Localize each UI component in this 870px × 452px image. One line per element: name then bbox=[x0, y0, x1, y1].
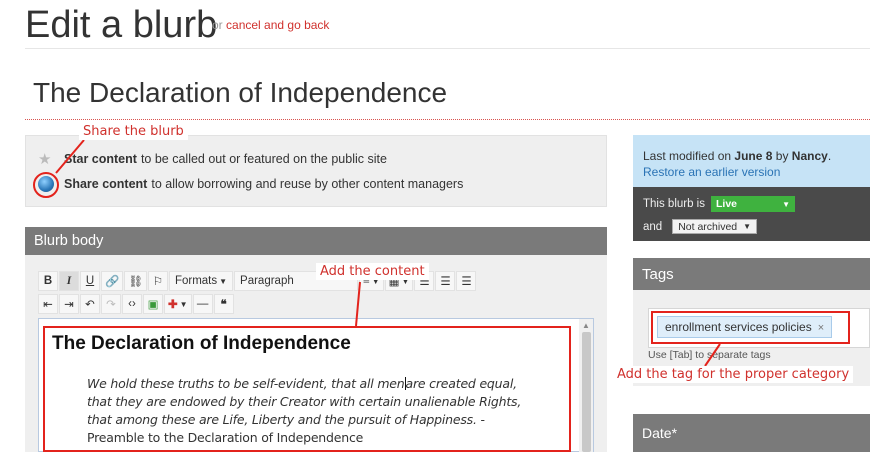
date-header: Date* bbox=[633, 414, 870, 452]
align-right-icon[interactable]: ☰ bbox=[456, 271, 477, 291]
bold-button[interactable]: B bbox=[38, 271, 58, 291]
archived-status-value: Not archived bbox=[678, 220, 738, 233]
editor-scroll-thumb[interactable] bbox=[582, 332, 591, 452]
scroll-up-icon[interactable]: ▲ bbox=[582, 321, 590, 330]
and-label: and bbox=[643, 220, 663, 233]
star-content-row[interactable]: ★ Star content to be called out or featu… bbox=[38, 150, 387, 168]
bookmark-icon[interactable]: ⚐ bbox=[147, 271, 168, 291]
share-content-text: to allow borrowing and reuse by other co… bbox=[151, 177, 464, 191]
indent-increase-icon[interactable]: ⇥ bbox=[59, 294, 79, 314]
cancel-link[interactable]: cancel and go back bbox=[226, 18, 329, 32]
live-status-select[interactable]: Live ▼ bbox=[711, 196, 795, 212]
modified-line: Last modified on June 8 by Nancy. bbox=[643, 148, 860, 164]
formats-dropdown[interactable]: Formats ▼ bbox=[168, 271, 234, 291]
align-center-icon[interactable]: ☰ bbox=[435, 271, 456, 291]
blurb-body-header: Blurb body bbox=[25, 227, 607, 255]
modified-user: Nancy bbox=[791, 149, 828, 163]
paragraph-label: Paragraph bbox=[240, 275, 294, 287]
star-content-label: Star content bbox=[64, 152, 137, 166]
formats-label: Formats bbox=[174, 275, 218, 287]
status-label: This blurb is bbox=[643, 198, 705, 210]
page-title: Edit a blurb bbox=[25, 4, 218, 46]
content-annotation-label: Add the content bbox=[316, 263, 429, 280]
tag-annotation-box bbox=[651, 311, 850, 344]
tags-hint: Use [Tab] to separate tags bbox=[648, 349, 771, 361]
tags-header: Tags bbox=[633, 258, 870, 290]
blurb-title: The Declaration of Independence bbox=[33, 77, 448, 108]
star-icon[interactable]: ★ bbox=[38, 150, 54, 168]
modified-prefix: Last modified on bbox=[643, 149, 732, 163]
share-content-row[interactable]: Share content to allow borrowing and reu… bbox=[38, 176, 463, 192]
archived-status-select[interactable]: Not archived ▼ bbox=[672, 219, 758, 234]
modified-date: June 8 bbox=[734, 149, 773, 163]
star-content-text: to be called out or featured on the publ… bbox=[140, 152, 387, 166]
share-panel: ★ Star content to be called out or featu… bbox=[25, 135, 607, 207]
underline-button[interactable]: U bbox=[80, 271, 100, 291]
undo-icon[interactable]: ↶ bbox=[80, 294, 100, 314]
blurb-title-divider bbox=[25, 119, 870, 120]
modified-info-box: Last modified on June 8 by Nancy. Restor… bbox=[633, 135, 870, 187]
redo-icon[interactable]: ↷ bbox=[101, 294, 121, 314]
content-annotation-box bbox=[43, 326, 571, 452]
restore-version-link[interactable]: Restore an earlier version bbox=[643, 164, 860, 180]
insert-plus-dropdown[interactable]: ✚ ▼ bbox=[164, 294, 192, 314]
unlink-icon[interactable]: ⛓ bbox=[124, 271, 147, 291]
live-status-value: Live bbox=[716, 198, 738, 210]
code-icon[interactable]: ‹› bbox=[122, 294, 142, 314]
italic-button[interactable]: I bbox=[59, 271, 79, 291]
share-annotation-label: Share the blurb bbox=[79, 123, 188, 140]
cancel-link-group: or cancel and go back bbox=[212, 18, 329, 32]
chevron-down-icon: ▼ bbox=[743, 222, 752, 231]
cancel-prefix: or bbox=[212, 18, 223, 32]
editor-toolbar: B I U 🔗 ⛓ ⚐ Formats ▼ Paragraph ≡ ▼ ▦ ▼ ☰ ☰… bbox=[38, 271, 546, 317]
status-box: This blurb is Live ▼ and Not archived ▼ bbox=[633, 187, 870, 241]
blockquote-icon[interactable]: ❝ bbox=[213, 294, 234, 314]
indent-decrease-icon[interactable]: ⇤ bbox=[38, 294, 58, 314]
link-icon[interactable]: 🔗 bbox=[101, 271, 124, 291]
share-content-label: Share content bbox=[64, 177, 148, 191]
modified-by: by bbox=[775, 149, 789, 163]
tag-annotation-label: Add the tag for the proper category bbox=[613, 366, 854, 383]
image-icon[interactable]: ▣ bbox=[143, 294, 163, 314]
title-divider bbox=[25, 48, 870, 49]
chevron-down-icon: ▼ bbox=[782, 199, 790, 209]
modified-suffix: . bbox=[827, 149, 832, 163]
horizontal-rule-icon[interactable]: — bbox=[192, 294, 213, 314]
share-annotation-circle bbox=[33, 172, 59, 198]
